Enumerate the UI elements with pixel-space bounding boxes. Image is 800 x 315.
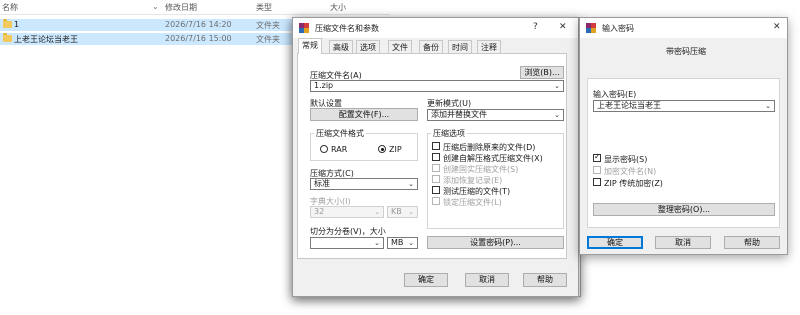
tab-advanced[interactable]: 高级: [329, 40, 353, 53]
chevron-down-icon: ⌄: [374, 208, 380, 216]
file-name: 1: [14, 20, 20, 29]
profiles-button[interactable]: 配置文件(F)...: [310, 108, 418, 121]
show-password-checkbox[interactable]: ✓: [593, 152, 601, 162]
delete-after-checkbox[interactable]: [432, 142, 440, 150]
folder-icon: [3, 33, 12, 42]
explorer-column-header: 名称 ⌄ 修改日期 类型 大小: [0, 0, 390, 15]
zip-legacy-label: ZIP 传统加密(Z): [604, 179, 663, 188]
archive-name-value: 1.zip: [314, 81, 334, 90]
chevron-down-icon: ⌄: [152, 2, 159, 11]
format-rar-label: RAR: [331, 145, 348, 154]
file-date: 2026/7/16 15:00: [165, 34, 232, 43]
archive-dialog-window: 压缩文件名和参数 ? ✕ 常规 高级 选项 文件 备份 时间 注释 压缩文件名(…: [292, 17, 579, 297]
help-icon[interactable]: ?: [533, 22, 538, 32]
password-dialog-titlebar[interactable]: 输入密码 ✕: [580, 18, 787, 38]
encrypt-names-checkbox[interactable]: [593, 166, 601, 174]
chevron-down-icon[interactable]: ⌄: [374, 238, 380, 248]
solid-checkbox[interactable]: [432, 164, 440, 172]
password-panel: 输入密码(E) 上老王论坛当老王 ⌄ ✓ 显示密码(S) 加密文件名(N) ZI…: [587, 78, 780, 228]
split-size-combo[interactable]: ⌄: [310, 237, 384, 249]
dialog-title: 输入密码: [602, 24, 634, 33]
browse-button[interactable]: 浏览(B)...: [520, 66, 564, 79]
split-label: 切分为分卷(V)，大小: [310, 227, 386, 236]
column-type[interactable]: 类型: [256, 2, 272, 13]
column-name[interactable]: 名称: [2, 2, 18, 13]
close-icon[interactable]: ✕: [773, 22, 781, 32]
password-label: 输入密码(E): [593, 90, 637, 99]
password-input[interactable]: 上老王论坛当老王 ⌄: [593, 100, 775, 112]
file-type: 文件夹: [256, 35, 280, 44]
file-name: 上老王论坛当老王: [14, 35, 78, 44]
help-button[interactable]: 帮助: [724, 236, 780, 249]
password-header: 带密码压缩: [666, 47, 706, 56]
tab-options[interactable]: 选项: [356, 40, 380, 53]
close-icon[interactable]: ✕: [559, 22, 567, 32]
set-password-button[interactable]: 设置密码(P)...: [427, 236, 564, 249]
recovery-record-checkbox[interactable]: [432, 175, 440, 183]
method-select[interactable]: 标准 ⌄: [310, 178, 418, 190]
test-files-checkbox[interactable]: [432, 186, 440, 194]
password-dialog: 输入密码 ✕ 带密码压缩 输入密码(E) 上老王论坛当老王 ⌄ ✓ 显示密码(S…: [579, 17, 788, 255]
option-label: 压缩后删除原来的文件(D): [443, 143, 536, 152]
ok-button[interactable]: 确定: [587, 236, 643, 249]
dict-unit-value: KB: [391, 207, 402, 216]
method-value: 标准: [314, 179, 330, 188]
split-unit-value: MB: [391, 238, 404, 247]
tab-comment[interactable]: 注释: [477, 40, 501, 53]
option-label: 创建固实压缩文件(S): [443, 165, 519, 174]
chevron-down-icon[interactable]: ⌄: [408, 238, 414, 248]
option-label: 添加恢复记录(E): [443, 176, 503, 185]
tab-backup[interactable]: 备份: [419, 40, 443, 53]
dict-size-select[interactable]: 32 ⌄: [310, 206, 384, 218]
ok-button[interactable]: 确定: [404, 273, 448, 287]
list-item[interactable]: 上老王论坛当老王 2026/7/16 15:00 文件夹: [0, 33, 292, 45]
file-type: 文件夹: [256, 21, 280, 30]
column-date[interactable]: 修改日期: [165, 2, 197, 13]
update-mode-label: 更新模式(U): [427, 99, 472, 108]
format-rar-radio[interactable]: [320, 145, 328, 153]
general-panel: 压缩文件名(A) 浏览(B)... 1.zip ⌄ 默认设置 配置文件(F)..…: [297, 53, 567, 259]
format-zip-radio[interactable]: [378, 145, 386, 153]
chevron-down-icon[interactable]: ⌄: [765, 101, 771, 111]
show-password-label: 显示密码(S): [604, 155, 648, 164]
options-group-title: 压缩选项: [431, 128, 467, 139]
column-size[interactable]: 大小: [330, 2, 346, 13]
winrar-icon: [299, 23, 309, 33]
chevron-down-icon[interactable]: ⌄: [554, 81, 560, 91]
tab-time[interactable]: 时间: [448, 40, 472, 53]
archive-dialog-titlebar[interactable]: 压缩文件名和参数 ? ✕: [293, 18, 578, 38]
cancel-button[interactable]: 取消: [465, 273, 509, 287]
option-label: 测试压缩的文件(T): [443, 187, 511, 196]
format-group-title: 压缩文件格式: [314, 128, 366, 139]
dict-unit-select[interactable]: KB ⌄: [387, 206, 418, 218]
update-mode-value: 添加并替换文件: [431, 110, 487, 119]
archive-name-combo[interactable]: 1.zip ⌄: [310, 80, 564, 92]
split-unit-select[interactable]: MB ⌄: [387, 237, 418, 249]
folder-icon: [3, 19, 12, 28]
encrypt-names-label: 加密文件名(N): [604, 167, 657, 176]
dict-value: 32: [314, 207, 325, 216]
chevron-down-icon[interactable]: ⌄: [554, 110, 560, 120]
tab-files[interactable]: 文件: [388, 40, 412, 53]
cancel-button[interactable]: 取消: [655, 236, 711, 249]
winrar-icon: [586, 23, 596, 33]
lock-archive-checkbox[interactable]: [432, 197, 440, 205]
option-label: 创建自解压格式压缩文件(X): [443, 154, 543, 163]
file-date: 2026/7/16 14:20: [165, 20, 232, 29]
help-button[interactable]: 帮助: [523, 273, 567, 287]
sfx-checkbox[interactable]: [432, 153, 440, 161]
list-item[interactable]: 1 2026/7/16 14:20 文件夹: [0, 19, 292, 31]
update-mode-select[interactable]: 添加并替换文件 ⌄: [427, 109, 564, 121]
organize-passwords-button[interactable]: 整理密码(O)...: [593, 203, 775, 216]
tab-general[interactable]: 常规: [298, 38, 322, 54]
chevron-down-icon[interactable]: ⌄: [408, 179, 414, 189]
dialog-title: 压缩文件名和参数: [315, 24, 379, 33]
zip-legacy-checkbox[interactable]: [593, 178, 601, 186]
option-label: 锁定压缩文件(L): [443, 198, 502, 207]
chevron-down-icon: ⌄: [408, 208, 414, 216]
password-value: 上老王论坛当老王: [597, 101, 661, 110]
format-zip-label: ZIP: [389, 145, 402, 154]
